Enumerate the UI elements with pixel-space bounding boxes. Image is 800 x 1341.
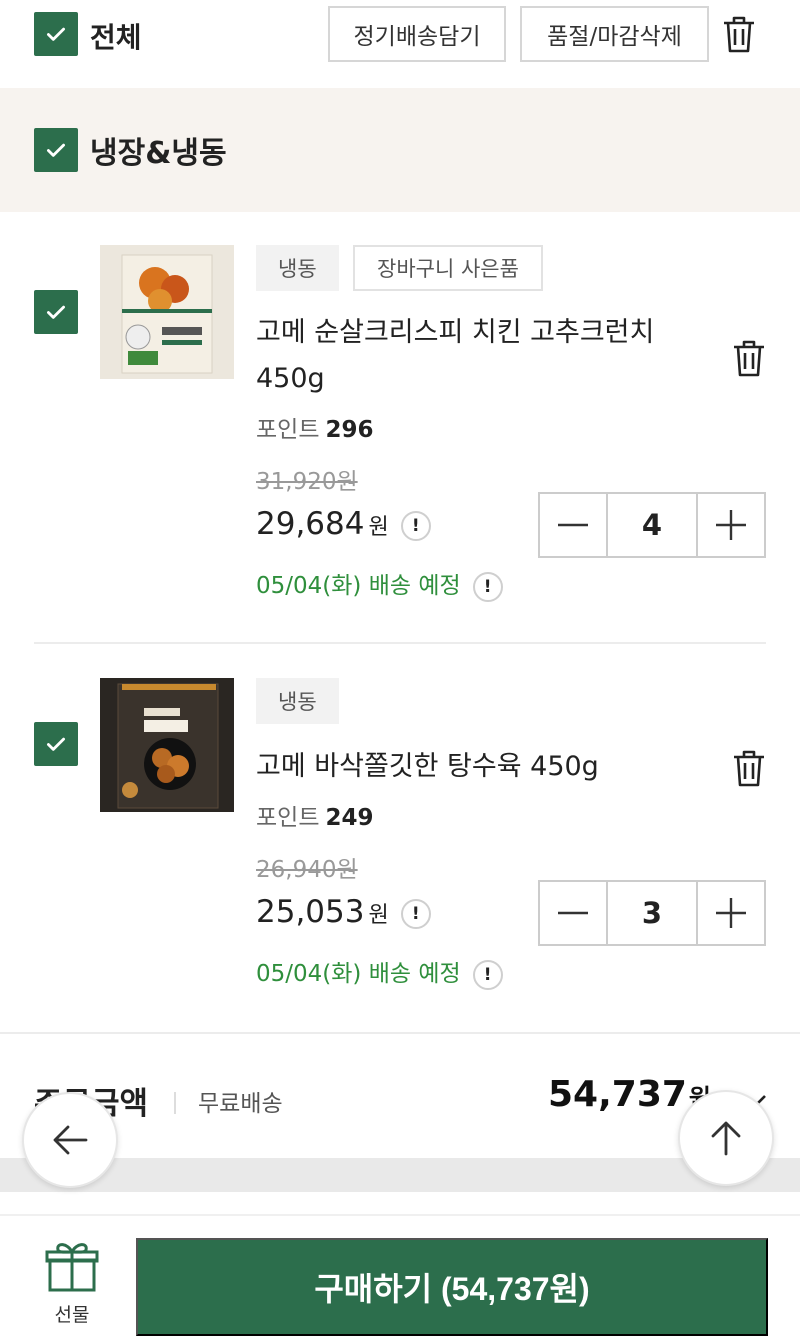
increase-button[interactable] — [698, 882, 764, 944]
original-price: 31,920원 — [256, 469, 358, 495]
plus-icon — [716, 510, 746, 540]
tag-frozen: 냉동 — [256, 678, 339, 724]
minus-icon — [558, 911, 588, 915]
decrease-button[interactable] — [540, 494, 606, 556]
tag-cart-gift: 장바구니 사은품 — [353, 245, 543, 291]
original-price: 26,940원 — [256, 857, 358, 883]
info-icon[interactable]: ! — [472, 571, 503, 602]
scroll-top-button[interactable] — [678, 1090, 774, 1186]
item-divider — [34, 642, 766, 644]
gift-icon — [45, 1243, 99, 1292]
summary-separator — [174, 1092, 176, 1114]
product-name[interactable]: 고메 바삭쫄깃한 탕수육 450g — [256, 744, 696, 790]
delete-soldout-button[interactable]: 품절/마감삭제 — [520, 6, 709, 62]
product-package-image — [100, 245, 234, 379]
plus-icon — [716, 898, 746, 928]
delete-item-button[interactable] — [731, 748, 767, 788]
quantity-stepper: 4 — [538, 492, 766, 558]
delete-item-button[interactable] — [731, 338, 767, 378]
check-icon — [47, 737, 65, 751]
info-icon[interactable]: ! — [472, 959, 503, 990]
item-checkbox[interactable] — [34, 290, 78, 334]
quantity-value[interactable]: 4 — [606, 494, 698, 556]
tag-frozen: 냉동 — [256, 245, 339, 291]
sale-price: 29,684 원! — [256, 506, 431, 542]
check-icon — [47, 27, 65, 41]
product-name-line1: 고메 순살크리스피 치킨 고추크런치 — [256, 317, 655, 348]
quantity-stepper: 3 — [538, 880, 766, 946]
shipping-fee: 무료배송 — [198, 1091, 283, 1117]
purchase-button[interactable]: 구매하기 (54,737원) — [136, 1238, 768, 1336]
select-all-checkbox[interactable] — [34, 12, 78, 56]
product-package-image — [100, 678, 234, 812]
delivery-date: 05/04(화) 배송 예정! — [256, 954, 503, 990]
quantity-value[interactable]: 3 — [606, 882, 698, 944]
delivery-date: 05/04(화) 배송 예정! — [256, 566, 503, 602]
category-checkbox[interactable] — [34, 128, 78, 172]
points-label: 포인트 — [256, 417, 320, 443]
up-arrow-icon — [711, 1121, 741, 1156]
points-label: 포인트 — [256, 805, 320, 831]
gift-button[interactable]: 선물 — [40, 1238, 104, 1327]
delivery-text: 05/04(화) 배송 예정 — [256, 573, 461, 599]
points: 포인트 249 — [256, 798, 374, 832]
minus-icon — [558, 523, 588, 527]
currency: 원 — [368, 515, 389, 540]
cart-toolbar: 전체 정기배송담기 품절/마감삭제 — [0, 0, 800, 88]
info-icon[interactable]: ! — [400, 510, 431, 541]
check-icon — [47, 143, 65, 157]
item-checkbox[interactable] — [34, 722, 78, 766]
purchase-bar: 선물 구매하기 (54,737원) — [0, 1214, 800, 1341]
back-arrow-icon — [53, 1125, 88, 1155]
points-value: 249 — [325, 805, 374, 831]
category-label: 냉장&냉동 — [90, 136, 227, 171]
trash-icon — [734, 750, 764, 787]
product-name[interactable]: 고메 순살크리스피 치킨 고추크런치 450g — [256, 310, 696, 402]
sale-price-value: 29,684 — [256, 506, 365, 542]
select-all-label: 전체 — [90, 21, 142, 54]
category-header: 냉장&냉동 — [0, 88, 800, 212]
delivery-text: 05/04(화) 배송 예정 — [256, 961, 461, 987]
trash-icon — [724, 16, 754, 53]
sale-price: 25,053 원! — [256, 894, 431, 930]
trash-icon — [734, 340, 764, 377]
delete-selected-button[interactable] — [721, 14, 757, 54]
currency: 원 — [368, 903, 389, 928]
points-value: 296 — [325, 417, 374, 443]
section-divider-band — [0, 1158, 800, 1192]
product-name-line1: 고메 바삭쫄깃한 탕수육 450g — [256, 751, 599, 782]
add-subscription-button[interactable]: 정기배송담기 — [328, 6, 506, 62]
decrease-button[interactable] — [540, 882, 606, 944]
points: 포인트 296 — [256, 410, 374, 444]
gift-label: 선물 — [54, 1304, 90, 1326]
product-image[interactable] — [100, 678, 234, 812]
product-name-line2: 450g — [256, 363, 325, 394]
check-icon — [47, 305, 65, 319]
order-total-value: 54,737 — [548, 1074, 687, 1115]
sale-price-value: 25,053 — [256, 894, 365, 930]
increase-button[interactable] — [698, 494, 764, 556]
product-image[interactable] — [100, 245, 234, 379]
back-button[interactable] — [22, 1092, 118, 1188]
info-icon[interactable]: ! — [400, 898, 431, 929]
